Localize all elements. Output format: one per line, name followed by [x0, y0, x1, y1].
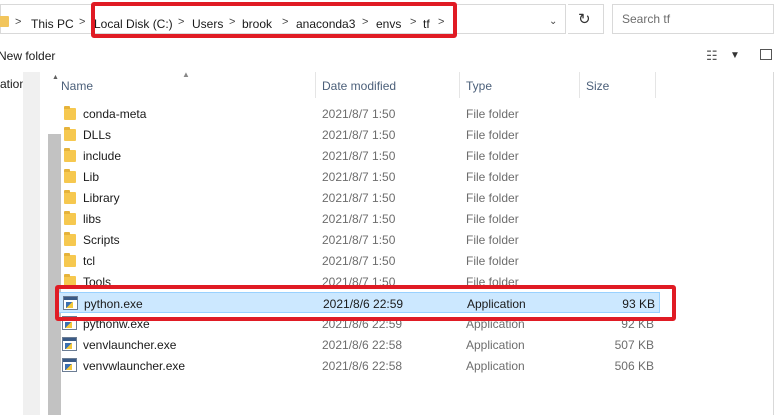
file-type: File folder [466, 149, 519, 163]
file-row[interactable]: DLLs 2021/8/7 1:50 File folder [56, 124, 660, 145]
file-row[interactable]: Lib 2021/8/7 1:50 File folder [56, 166, 660, 187]
search-box[interactable] [612, 4, 774, 34]
breadcrumb-this-pc[interactable]: This PC [31, 17, 74, 31]
folder-icon [64, 253, 76, 267]
file-name: Lib [83, 170, 100, 184]
column-divider[interactable] [315, 72, 316, 98]
details-pane-icon[interactable] [760, 49, 772, 60]
file-type: File folder [466, 233, 519, 247]
command-bar: New folder ☷ ▼ [0, 38, 774, 72]
folder-icon [64, 148, 76, 162]
file-row[interactable]: tcl 2021/8/7 1:50 File folder [56, 250, 660, 271]
file-row[interactable]: venvlauncher.exe 2021/8/6 22:58 Applicatio… [56, 334, 660, 355]
file-row[interactable]: libs 2021/8/7 1:50 File folder [56, 208, 660, 229]
file-name: Library [83, 191, 120, 205]
file-date-modified: 2021/8/7 1:50 [322, 191, 396, 205]
column-type[interactable]: Type [466, 79, 492, 93]
file-type: File folder [466, 212, 519, 226]
breadcrumb-separator[interactable]: > [79, 16, 85, 28]
file-name: venvwlauncher.exe [83, 359, 186, 373]
row-highlight-box [55, 285, 676, 321]
folder-icon [64, 127, 76, 141]
file-list: conda-meta 2021/8/7 1:50 File folder DLLs 20… [56, 103, 774, 376]
file-row[interactable]: Library 2021/8/7 1:50 File folder [56, 187, 660, 208]
view-options-dropdown-icon[interactable]: ▼ [730, 50, 740, 61]
file-date-modified: 2021/8/6 22:58 [322, 338, 403, 352]
file-date-modified: 2021/8/7 1:50 [322, 170, 396, 184]
folder-icon [64, 211, 76, 225]
refresh-button[interactable]: ↻ [568, 4, 604, 34]
folder-icon [64, 232, 76, 246]
column-size[interactable]: Size [586, 79, 609, 93]
file-type: File folder [466, 107, 519, 121]
folder-icon [64, 169, 76, 183]
refresh-icon: ↻ [578, 11, 591, 28]
file-type: File folder [466, 191, 519, 205]
view-options-icon[interactable]: ☷ [706, 48, 718, 64]
navigation-pane: ation ▲ [0, 72, 61, 415]
column-divider[interactable] [579, 72, 580, 98]
file-type: File folder [466, 254, 519, 268]
file-name: conda-meta [83, 107, 147, 121]
folder-icon [64, 190, 76, 204]
file-type: Application [466, 359, 525, 373]
file-date-modified: 2021/8/6 22:58 [322, 359, 403, 373]
sort-ascending-icon: ▲ [182, 70, 190, 79]
file-row[interactable]: venvwlauncher.exe 2021/8/6 22:58 Applicati… [56, 355, 660, 376]
address-row: > This PC > Local Disk (C:) > Users > br… [0, 0, 774, 38]
breadcrumb-separator[interactable]: > [15, 16, 21, 28]
column-divider[interactable] [655, 72, 656, 98]
file-row[interactable]: Scripts 2021/8/7 1:50 File folder [56, 229, 660, 250]
column-date-modified[interactable]: Date modified [322, 79, 396, 93]
file-type: File folder [466, 128, 519, 142]
python-exe-icon [62, 337, 77, 351]
folder-icon [64, 106, 76, 120]
folder-icon [0, 16, 9, 27]
file-size: 507 KB [614, 338, 654, 352]
file-row[interactable]: conda-meta 2021/8/7 1:50 File folder [56, 103, 660, 124]
file-date-modified: 2021/8/7 1:50 [322, 128, 396, 142]
file-date-modified: 2021/8/7 1:50 [322, 212, 396, 226]
column-header: ▲ Name Date modified Type Size [52, 70, 774, 98]
python-exe-icon [62, 358, 77, 372]
file-type: Application [466, 338, 525, 352]
file-name: Scripts [83, 233, 120, 247]
search-input[interactable] [622, 12, 772, 26]
column-name[interactable]: Name [61, 79, 93, 93]
file-name: include [83, 149, 122, 163]
file-name: tcl [83, 254, 95, 268]
file-size: 506 KB [614, 359, 654, 373]
file-name: venvlauncher.exe [83, 338, 177, 352]
new-folder-button[interactable]: New folder [0, 49, 55, 63]
address-history-dropdown-icon[interactable]: ⌄ [549, 16, 557, 27]
file-date-modified: 2021/8/7 1:50 [322, 254, 396, 268]
file-date-modified: 2021/8/7 1:50 [322, 149, 396, 163]
file-date-modified: 2021/8/7 1:50 [322, 233, 396, 247]
file-name: libs [83, 212, 102, 226]
file-name: DLLs [83, 128, 112, 142]
file-row[interactable]: include 2021/8/7 1:50 File folder [56, 145, 660, 166]
file-date-modified: 2021/8/7 1:50 [322, 107, 396, 121]
column-divider[interactable] [459, 72, 460, 98]
address-highlight-box [91, 2, 457, 38]
nav-scrollbar[interactable]: ▲ [23, 72, 61, 415]
file-type: File folder [466, 170, 519, 184]
